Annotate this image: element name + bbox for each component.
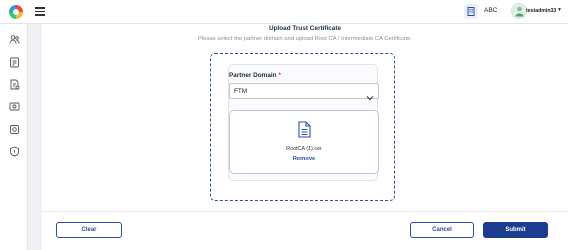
page-subtitle: Please select the partner domain and upl… — [198, 36, 412, 42]
remove-file-link[interactable]: Remove — [230, 156, 378, 162]
clear-button[interactable]: Clear — [56, 222, 122, 238]
document-upload-icon[interactable] — [9, 77, 20, 90]
user-avatar-icon[interactable] — [511, 3, 527, 19]
page-title: Upload Trust Certificate — [268, 25, 342, 32]
required-marker: * — [278, 72, 281, 79]
main-content: Upload Trust Certificate Please select t… — [42, 24, 568, 250]
top-bar: ABC testadmin33 ▼ — [0, 0, 568, 24]
gear-icon[interactable] — [9, 122, 20, 134]
hamburger-menu-icon[interactable] — [35, 7, 45, 16]
app-logo-icon[interactable] — [9, 5, 23, 19]
uploaded-file-panel: RootCA (1).cer Remove — [229, 110, 379, 174]
policy-document-icon[interactable] — [9, 55, 20, 68]
organization-building-icon[interactable] — [464, 4, 478, 19]
shield-icon[interactable] — [9, 144, 20, 157]
uploaded-file-name: RootCA (1).cer — [286, 146, 322, 152]
organization-label: ABC — [484, 7, 498, 14]
footer-divider — [42, 211, 568, 212]
partner-domain-select[interactable]: FTM — [229, 83, 379, 101]
partner-domain-label: Partner Domain * — [229, 72, 281, 79]
caret-down-icon[interactable]: ▼ — [557, 7, 562, 13]
partner-domain-value: FTM — [234, 88, 248, 95]
file-document-icon — [298, 121, 311, 143]
sidebar — [0, 24, 28, 250]
device-icon[interactable] — [9, 99, 20, 111]
chevron-down-icon[interactable] — [366, 88, 374, 106]
username-label[interactable]: testadmin33 — [526, 8, 556, 14]
cancel-button[interactable]: Cancel — [410, 222, 474, 238]
submit-button[interactable]: Submit — [483, 222, 548, 238]
users-icon[interactable] — [9, 32, 20, 44]
